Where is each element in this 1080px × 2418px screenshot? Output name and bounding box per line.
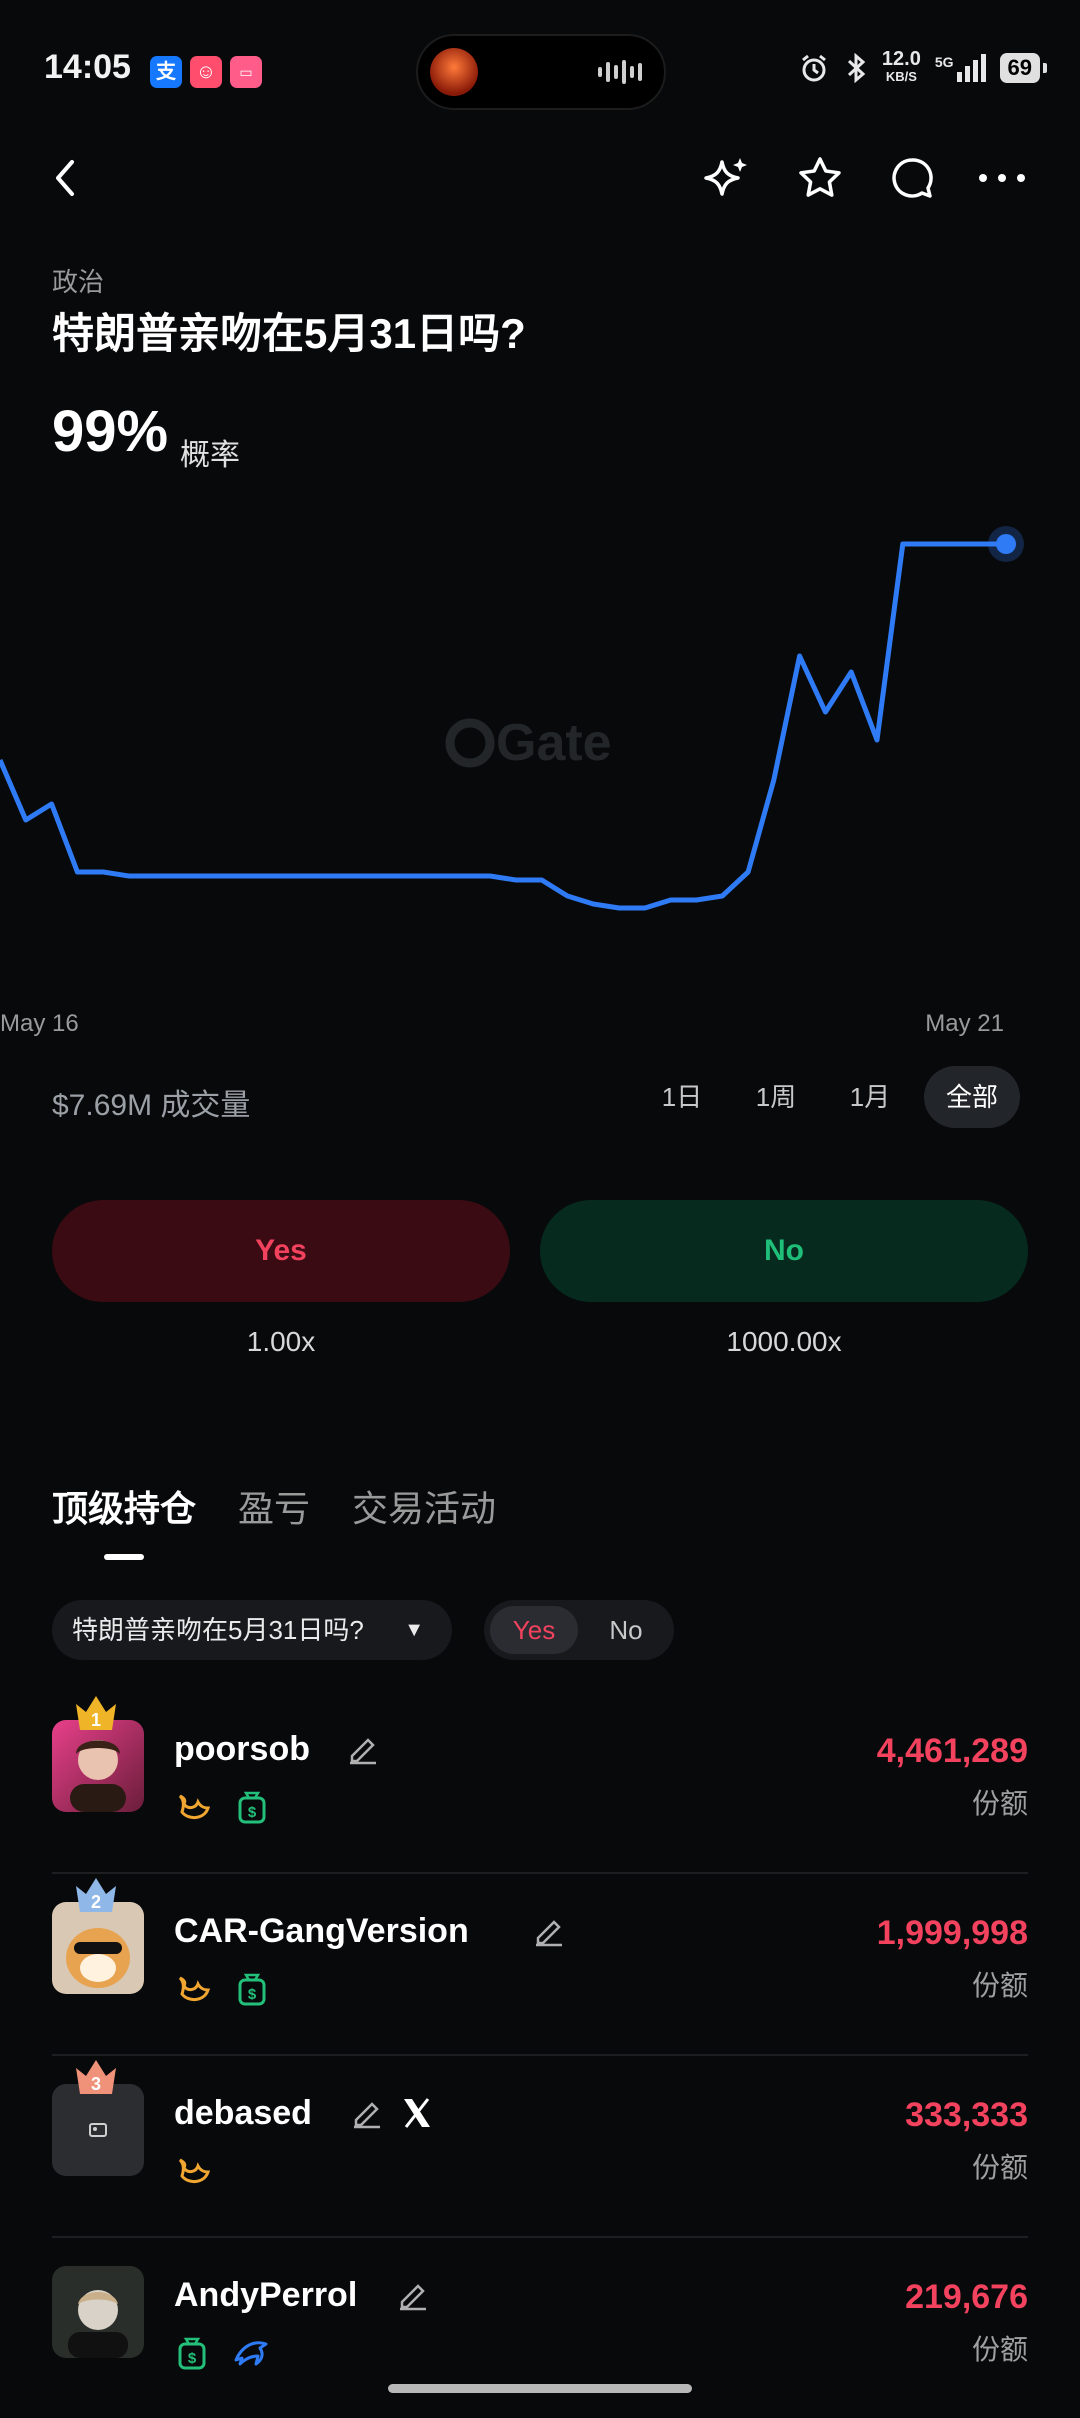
tab-pnl[interactable]: 盈亏 bbox=[238, 1480, 310, 1532]
edit-icon[interactable] bbox=[350, 2096, 384, 2130]
probability-label: 概率 bbox=[180, 439, 240, 472]
price-chart[interactable]: Gate May 16 May 21 bbox=[0, 500, 1080, 1040]
svg-text:$: $ bbox=[248, 1804, 257, 1821]
range-all-button[interactable]: 全部 bbox=[924, 1066, 1020, 1128]
tab-activity[interactable]: 交易活动 bbox=[352, 1480, 496, 1532]
market-title: 特朗普亲吻在5月31日吗? bbox=[52, 310, 526, 357]
battery-icon: 69 bbox=[999, 53, 1048, 83]
app-notification-icon: ☺ bbox=[190, 56, 222, 88]
holder-shares: 4,461,289 bbox=[876, 1732, 1028, 1770]
signal-type: 5G bbox=[934, 54, 954, 70]
range-1m-button[interactable]: 1月 bbox=[834, 1066, 906, 1128]
chart-svg: Gate bbox=[0, 526, 1024, 911]
money-bag-icon: $ bbox=[178, 2337, 206, 2370]
x-axis-end-label: May 21 bbox=[925, 1010, 1004, 1037]
probability-value: 99% bbox=[52, 399, 169, 464]
status-bar: 14:05 支 ☺ ▭ 12.0 KB/S 5G 69 bbox=[0, 0, 1080, 140]
ai-assist-button[interactable] bbox=[696, 148, 756, 208]
gate-watermark: Gate bbox=[445, 714, 612, 772]
rank-number: 3 bbox=[91, 2074, 101, 2094]
money-bag-icon: $ bbox=[238, 1973, 266, 2006]
holder-row[interactable]: 3 debased 333,333 份额 bbox=[52, 2054, 1028, 2238]
holder-badges bbox=[176, 2154, 212, 2188]
caret-down-icon: ▼ bbox=[404, 1619, 424, 1641]
signal-icon: 5G bbox=[935, 54, 986, 82]
range-1w-button[interactable]: 1周 bbox=[740, 1066, 812, 1128]
rank-3-crown-icon: 3 bbox=[76, 2060, 116, 2094]
holder-name: CAR-GangVersion bbox=[174, 1912, 469, 1950]
market-select-dropdown[interactable]: 特朗普亲吻在5月31日吗? ▼ bbox=[52, 1600, 452, 1660]
range-1d-button[interactable]: 1日 bbox=[646, 1066, 718, 1128]
holder-shares-label: 份额 bbox=[971, 2152, 1028, 2183]
more-icon bbox=[979, 174, 1025, 182]
money-bag-icon: $ bbox=[238, 1791, 266, 1824]
holder-badges: $ bbox=[176, 1972, 268, 2006]
svg-text:$: $ bbox=[248, 1986, 257, 2003]
yes-multiplier: 1.00x bbox=[246, 1326, 316, 1357]
x-axis-start-label: May 16 bbox=[0, 1010, 79, 1037]
svg-text:$: $ bbox=[188, 2350, 197, 2367]
more-button[interactable] bbox=[972, 148, 1032, 208]
edit-icon[interactable] bbox=[396, 2278, 430, 2312]
rank-1-crown-icon: 1 bbox=[76, 1696, 116, 1730]
bilibili-icon: ▭ bbox=[230, 56, 262, 88]
comment-button[interactable] bbox=[882, 148, 942, 208]
whale-icon bbox=[178, 1794, 211, 1819]
holder-shares-label: 份额 bbox=[971, 2334, 1028, 2365]
toggle-no[interactable]: No bbox=[584, 1606, 668, 1654]
last-point bbox=[996, 534, 1016, 554]
volume-text: $7.69M 成交量 bbox=[52, 1089, 251, 1122]
dynamic-island[interactable] bbox=[416, 34, 666, 110]
rank-2-crown-icon: 2 bbox=[76, 1878, 116, 1912]
favorite-button[interactable] bbox=[790, 148, 850, 208]
rank-number: 2 bbox=[91, 1892, 101, 1912]
net-speed-unit: KB/S bbox=[885, 69, 917, 84]
rank-number: 1 bbox=[91, 1710, 101, 1730]
buy-no-button[interactable]: No bbox=[540, 1200, 1028, 1302]
holder-badges: $ bbox=[176, 2336, 272, 2370]
net-speed: 12.0 KB/S bbox=[881, 48, 921, 86]
holder-row[interactable]: 1 poorsob $ 4,461,289 份额 bbox=[52, 1690, 1028, 1874]
outcome-toggle: Yes No bbox=[484, 1600, 674, 1660]
alarm-icon bbox=[801, 54, 826, 82]
watermark-text: Gate bbox=[496, 714, 612, 772]
market-select-value: 特朗普亲吻在5月31日吗? bbox=[72, 1615, 364, 1645]
whale-icon bbox=[178, 1976, 211, 2001]
x-twitter-icon[interactable] bbox=[400, 2096, 434, 2130]
holder-name: debased bbox=[174, 2094, 312, 2132]
edit-icon[interactable] bbox=[532, 1914, 566, 1948]
buy-yes-button[interactable]: Yes bbox=[52, 1200, 510, 1302]
holder-badges: $ bbox=[176, 1790, 268, 1824]
market-category: 政治 bbox=[52, 267, 105, 297]
media-artwork-icon bbox=[430, 48, 478, 96]
avatar bbox=[52, 2266, 144, 2358]
net-speed-value: 12.0 bbox=[881, 48, 921, 70]
holder-shares: 219,676 bbox=[905, 2278, 1028, 2316]
bluetooth-icon bbox=[847, 52, 866, 84]
holder-shares: 333,333 bbox=[905, 2096, 1028, 2134]
home-indicator[interactable] bbox=[388, 2384, 692, 2393]
no-multiplier: 1000.00x bbox=[726, 1326, 842, 1357]
toggle-yes[interactable]: Yes bbox=[490, 1606, 578, 1654]
back-button[interactable] bbox=[36, 148, 96, 208]
comment-icon bbox=[892, 158, 933, 198]
star-icon bbox=[799, 157, 841, 197]
chevron-left-icon bbox=[56, 160, 74, 196]
alipay-icon: 支 bbox=[150, 56, 182, 88]
tab-top-holders[interactable]: 顶级持仓 bbox=[52, 1480, 196, 1532]
holder-shares-label: 份额 bbox=[971, 1970, 1028, 2001]
tab-active-indicator bbox=[104, 1554, 144, 1560]
status-time: 14:05 bbox=[44, 48, 131, 86]
dolphin-icon bbox=[234, 2341, 268, 2366]
sparkle-icon bbox=[704, 158, 747, 196]
holder-row[interactable]: 2 CAR-GangVersion $ 1,999,998 份额 bbox=[52, 1872, 1028, 2056]
edit-icon[interactable] bbox=[346, 1732, 380, 1766]
status-icons: 12.0 KB/S 5G 69 bbox=[798, 48, 1048, 86]
holder-name: poorsob bbox=[174, 1730, 310, 1768]
holder-name: AndyPerrol bbox=[174, 2276, 358, 2314]
whale-icon bbox=[178, 2158, 211, 2183]
holder-shares: 1,999,998 bbox=[876, 1914, 1028, 1952]
audio-wave-icon bbox=[598, 58, 642, 86]
holder-shares-label: 份额 bbox=[971, 1788, 1028, 1819]
